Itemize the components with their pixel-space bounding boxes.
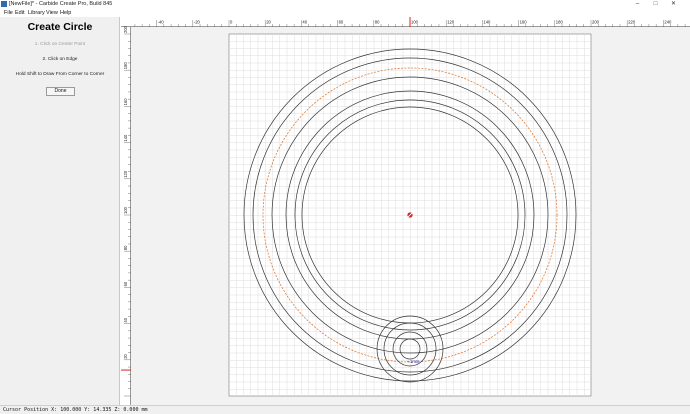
shift-hint: Hold Shift to Draw From Corner to Corner: [15, 72, 105, 77]
step-center-point: 1. Click on Center Point: [34, 42, 86, 47]
rulers: -40 -20 0 20 40 60 80 100 120 140 160 180 200 220 240 …: [121, 17, 686, 397]
ruler-label-x: 40: [302, 20, 307, 25]
ruler-label-x: 220: [628, 20, 636, 25]
ruler-label-y: 60: [123, 281, 128, 286]
ruler-label-x: 20: [266, 20, 271, 25]
ruler-label-x: 120: [447, 20, 455, 25]
menu-library[interactable]: Library: [28, 9, 45, 17]
ruler-label-y: 180: [123, 62, 128, 70]
ruler-label-x: 160: [520, 20, 528, 25]
ruler-label-y: 100: [123, 206, 128, 214]
ruler-label-x: 240: [664, 20, 672, 25]
ruler-label-x: 60: [339, 20, 344, 25]
ruler-label-x: 180: [556, 20, 564, 25]
step-click-edge: 2. Click on Edge: [42, 57, 78, 62]
ruler-label-y: 20: [123, 353, 128, 358]
menu-view[interactable]: View: [46, 9, 58, 17]
status-bar: Cursor Position X: 100.000 Y: 14.335 Z: …: [0, 405, 690, 414]
panel-title: Create Circle: [27, 21, 93, 33]
app-logo-icon: [1, 1, 7, 7]
ruler-label-x: -40: [158, 20, 165, 25]
ruler-label-x: 80: [375, 20, 380, 25]
menu-bar: File Edit Library View Help: [0, 9, 690, 17]
ruler-label-y: 200: [123, 25, 128, 33]
ruler-label-x: 0: [230, 20, 233, 25]
ruler-label-y: 40: [123, 317, 128, 322]
ruler-label-y: 80: [123, 245, 128, 250]
ruler-label-x: 100: [411, 20, 419, 25]
tool-panel: Create Circle 1. Click on Center Point 2…: [0, 17, 120, 405]
ruler-label-x: -20: [194, 20, 201, 25]
menu-file[interactable]: File: [4, 9, 13, 17]
ruler-label-y: 160: [123, 98, 128, 106]
menu-help[interactable]: Help: [60, 9, 71, 17]
ruler-label-x: 200: [592, 20, 600, 25]
maximize-button[interactable]: □: [648, 0, 663, 9]
done-button[interactable]: Done: [46, 87, 75, 96]
ruler-label-y: 120: [123, 170, 128, 178]
cursor-position: Cursor Position X: 100.000 Y: 14.335 Z: …: [3, 407, 148, 413]
design-workspace[interactable]: 1mm -40 -20 0 20 40 60 80 100 120 140 160 180 200 220…: [121, 17, 690, 405]
minimize-button[interactable]: –: [630, 0, 645, 9]
title-bar: [NewFile]* - Carbide Create Pro, Build 8…: [0, 0, 690, 9]
ruler-label-y: 140: [123, 134, 128, 142]
menu-edit[interactable]: Edit: [15, 9, 24, 17]
close-button[interactable]: ✕: [666, 0, 681, 9]
ruler-label-x: 140: [483, 20, 491, 25]
window-title: [NewFile]* - Carbide Create Pro, Build 8…: [9, 1, 113, 7]
